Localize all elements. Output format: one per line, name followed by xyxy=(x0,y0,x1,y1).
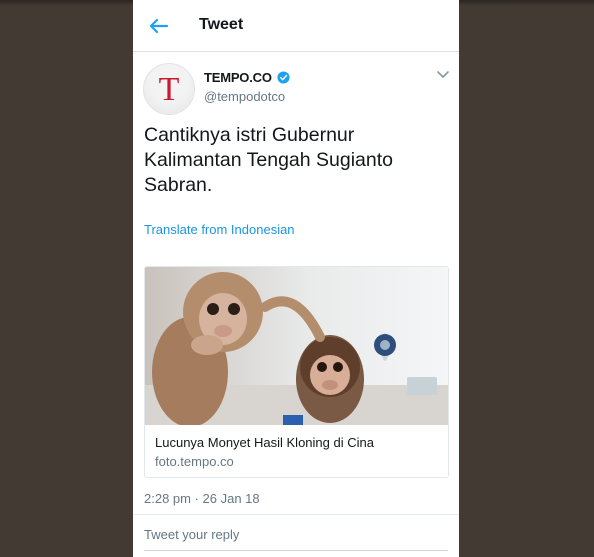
card-photo xyxy=(145,267,448,425)
link-card[interactable]: Lucunya Monyet Hasil Kloning di Cina fot… xyxy=(144,266,449,478)
card-title: Lucunya Monyet Hasil Kloning di Cina xyxy=(155,435,374,450)
back-button[interactable] xyxy=(147,14,171,38)
tweet-text: Cantiknya istri Gubernur Kalimantan Teng… xyxy=(144,124,393,196)
avatar[interactable]: T xyxy=(143,63,195,115)
reply-input-underline xyxy=(144,550,448,551)
page-title: Tweet xyxy=(199,16,244,33)
tweet-screen: Tweet T TEMPO.CO @tempodotco Cantiknya i… xyxy=(133,0,459,557)
card-domain: foto.tempo.co xyxy=(155,454,234,469)
author-display-name[interactable]: TEMPO.CO xyxy=(204,70,272,85)
author-handle[interactable]: @tempodotco xyxy=(204,89,285,104)
reply-input[interactable]: Tweet your reply xyxy=(144,527,239,542)
author-name-row[interactable]: TEMPO.CO xyxy=(204,70,290,85)
translate-link[interactable]: Translate from Indonesian xyxy=(144,222,295,237)
avatar-letter: T xyxy=(158,71,180,108)
app-header: Tweet xyxy=(133,0,459,52)
verified-badge-icon xyxy=(277,71,290,84)
chevron-down-icon[interactable] xyxy=(436,70,450,80)
arrow-left-icon xyxy=(149,18,169,34)
tweet-timestamp[interactable]: 2:28 pm · 26 Jan 18 xyxy=(144,491,260,506)
divider xyxy=(133,514,459,515)
